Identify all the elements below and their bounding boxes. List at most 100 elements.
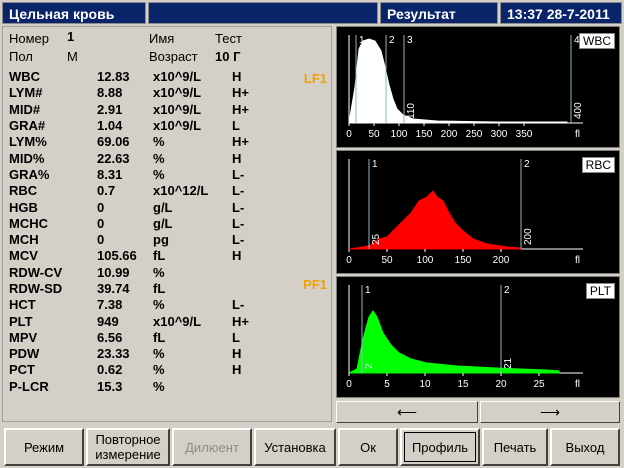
x-unit-label: fl [575, 255, 580, 266]
result-flag: H [232, 362, 242, 378]
result-unit: x10^12/L [153, 183, 209, 199]
repeat-measure-button[interactable]: Повторное измерение [86, 428, 170, 466]
result-unit: x10^9/L [153, 313, 202, 329]
wbc-histogram-label: WBC [579, 33, 615, 49]
result-flag: H [232, 69, 242, 85]
result-value: 0.62 [97, 362, 123, 378]
x-tick-label: 0 [346, 255, 352, 266]
next-arrow-button[interactable]: ⟶ [480, 401, 620, 423]
result-value: 949 [97, 313, 119, 329]
x-unit-label: fl [575, 379, 580, 390]
result-flag [232, 265, 272, 281]
x-unit-label: fl [575, 129, 580, 140]
result-flag: H [232, 150, 242, 166]
prev-arrow-button[interactable]: ⟵ [336, 401, 478, 423]
result-value: 2.91 [97, 101, 123, 117]
result-param: PLT [9, 313, 33, 329]
result-flag: H [232, 346, 242, 362]
print-button[interactable]: Печать [482, 428, 548, 466]
result-row: MID% 22.63% H [9, 150, 272, 166]
ok-button[interactable]: Ок [338, 428, 398, 466]
marker-value: 200 [523, 228, 534, 245]
age-value: 10 Г [215, 49, 241, 64]
result-row: MID# 2.91 x10^9/L H+ [9, 102, 272, 118]
x-tick-label: 5 [384, 379, 390, 390]
marker-value: 400 [573, 102, 584, 119]
results-table: WBC 12.83 x10^9/L H LYM# 8.88 x10^9/L H+ MID# 2.9… [9, 69, 272, 395]
result-row: HCT 7.38% L- [9, 297, 272, 313]
results-panel: Номер 1 Пол М Имя Тест Возраст 10 Г LF1 … [2, 26, 332, 422]
marker-value: 25 [371, 233, 382, 245]
result-unit: g/L [153, 215, 173, 231]
result-unit: % [153, 346, 165, 362]
result-unit: fL [153, 329, 166, 345]
result-unit: % [153, 264, 165, 280]
result-unit: x10^9/L [153, 85, 202, 101]
plt-histogram: 0 5 10 15 20 25 fl 1 2 2 21 PLT [336, 276, 620, 398]
result-value: 8.88 [97, 85, 123, 101]
result-param: RDW-SD [9, 281, 63, 296]
result-flag: L- [232, 199, 245, 215]
result-unit: x10^9/L [153, 118, 202, 134]
header-blank [148, 2, 378, 24]
result-value: 8.31 [97, 166, 123, 182]
datetime: 13:37 28-7-2011 [500, 2, 622, 24]
result-row: MCH 0 pg L- [9, 232, 272, 248]
result-row: MPV 6.56 fL L [9, 330, 272, 346]
marker-value: 110 [406, 103, 417, 119]
result-flag: H+ [232, 313, 249, 329]
result-row: LYM# 8.88 x10^9/L H+ [9, 85, 272, 101]
marker-number: 1 [365, 285, 371, 296]
result-row: RBC 0.7 x10^12/L L- [9, 183, 272, 199]
result-flag: L [232, 329, 240, 345]
result-flag: L- [232, 183, 245, 199]
x-tick-label: 20 [495, 379, 507, 390]
wbc-histogram: 0 50 100 150 200 250 300 350 fl 1 15 2 74 3 110 4 400 WB… [336, 26, 620, 148]
result-param: GRA# [9, 118, 46, 134]
result-row: GRA% 8.31% L- [9, 167, 272, 183]
result-flag: L- [232, 215, 245, 231]
result-param: WBC [9, 69, 41, 85]
x-tick-label: 15 [457, 379, 469, 390]
x-tick-label: 200 [441, 129, 458, 140]
exit-button[interactable]: Выход [550, 428, 620, 466]
diluent-button[interactable]: Дилюент [172, 428, 252, 466]
result-value: 0 [97, 199, 105, 215]
lf1-flag: LF1 [303, 71, 327, 86]
result-value: 23.33 [97, 346, 130, 362]
profile-button[interactable]: Профиль [400, 428, 480, 466]
result-param: MCV [9, 248, 38, 264]
result-row: WBC 12.83 x10^9/L H [9, 69, 272, 85]
mode-button[interactable]: Режим [4, 428, 84, 466]
result-flag: L- [232, 166, 245, 182]
result-value: 22.63 [97, 150, 130, 166]
histogram-curve [348, 38, 568, 124]
result-param: PDW [9, 346, 40, 362]
x-tick-label: 250 [466, 129, 483, 140]
result-value: 0 [97, 232, 105, 248]
result-param: MCHC [9, 215, 48, 231]
result-flag: L- [232, 297, 245, 313]
name-value: Тест [215, 31, 242, 46]
result-param: RDW-CV [9, 264, 63, 280]
setup-button[interactable]: Установка [254, 428, 336, 466]
result-flag: H [232, 248, 242, 264]
result-row: PCT 0.62% H [9, 362, 272, 378]
marker-value: 15 [358, 107, 369, 119]
result-unit: % [153, 150, 165, 166]
result-unit: fL [153, 248, 166, 264]
x-tick-label: 0 [346, 379, 352, 390]
marker-value: 21 [503, 357, 514, 369]
age-label: Возраст [149, 49, 198, 64]
result-param: LYM# [9, 85, 43, 101]
result-param: GRA% [9, 166, 50, 182]
result-flag: H+ [232, 101, 249, 117]
result-unit: % [153, 362, 165, 378]
result-flag [232, 281, 272, 297]
marker-number: 1 [359, 35, 365, 46]
result-value: 7.38 [97, 297, 123, 313]
result-value: 105.66 [97, 248, 137, 264]
result-value: 12.83 [97, 69, 130, 85]
result-value: 10.99 [97, 264, 130, 280]
result-row: PLT 949 x10^9/L H+ [9, 313, 272, 329]
